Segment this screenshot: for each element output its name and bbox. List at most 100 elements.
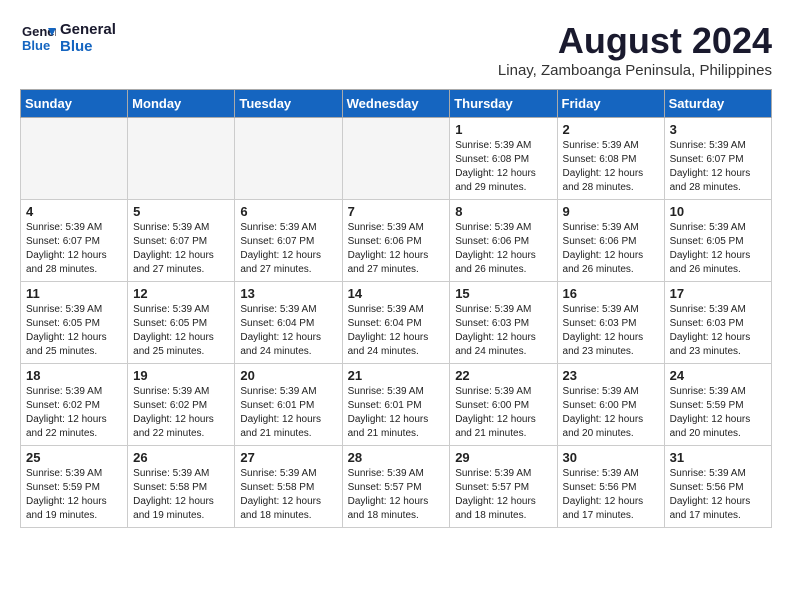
calendar-day-7: 7 Sunrise: 5:39 AM Sunset: 6:06 PM Daylig… <box>342 200 450 282</box>
day-number: 24 <box>670 368 766 383</box>
day-number: 25 <box>26 450 122 465</box>
day-info: Sunrise: 5:39 AM Sunset: 6:02 PM Dayligh… <box>133 385 229 441</box>
calendar-day-30: 30Sunrise: 5:39 AM Sunset: 5:56 PM Dayli… <box>557 446 664 528</box>
calendar-day-14: 14Sunrise: 5:39 AM Sunset: 6:04 PM Dayli… <box>342 282 450 364</box>
logo-line2: Blue <box>60 38 116 55</box>
calendar-day-8: 8 Sunrise: 5:39 AM Sunset: 6:06 PM Daylig… <box>450 200 557 282</box>
calendar-day-5: 5Sunrise: 5:39 AM Sunset: 6:07 PM Daylig… <box>128 200 235 282</box>
day-number: 7 <box>348 204 445 219</box>
calendar-week-row: 18 Sunrise: 5:39 AM Sunset: 6:02 PM Dayli… <box>21 364 772 446</box>
day-number: 13 <box>240 286 336 301</box>
day-info: Sunrise: 5:39 AM Sunset: 6:00 PM Dayligh… <box>455 385 551 441</box>
day-info: Sunrise: 5:39 AM Sunset: 5:57 PM Dayligh… <box>455 467 551 523</box>
logo: General Blue General Blue <box>20 20 116 56</box>
day-number: 16 <box>563 286 659 301</box>
day-number: 6 <box>240 204 336 219</box>
weekday-header-saturday: Saturday <box>664 90 771 118</box>
weekday-header-wednesday: Wednesday <box>342 90 450 118</box>
day-info: Sunrise: 5:39 AM Sunset: 6:05 PM Dayligh… <box>670 221 766 277</box>
day-info: Sunrise: 5:39 AM Sunset: 6:07 PM Dayligh… <box>133 221 229 277</box>
day-info: Sunrise: 5:39 AM Sunset: 5:57 PM Dayligh… <box>348 467 445 523</box>
day-number: 15 <box>455 286 551 301</box>
day-info: Sunrise: 5:39 AM Sunset: 6:07 PM Dayligh… <box>670 139 766 195</box>
calendar-day-23: 23Sunrise: 5:39 AM Sunset: 6:00 PM Dayli… <box>557 364 664 446</box>
day-number: 8 <box>455 204 551 219</box>
day-number: 14 <box>348 286 445 301</box>
month-year: August 2024 <box>498 20 772 62</box>
calendar-day-15: 15 Sunrise: 5:39 AM Sunset: 6:03 PM Dayli… <box>450 282 557 364</box>
calendar-week-row: 11 Sunrise: 5:39 AM Sunset: 6:05 PM Dayli… <box>21 282 772 364</box>
calendar-day-28: 28 Sunrise: 5:39 AM Sunset: 5:57 PM Dayli… <box>342 446 450 528</box>
day-info: Sunrise: 5:39 AM Sunset: 6:02 PM Dayligh… <box>26 385 122 441</box>
calendar-day-26: 26Sunrise: 5:39 AM Sunset: 5:58 PM Dayli… <box>128 446 235 528</box>
calendar-day-10: 10 Sunrise: 5:39 AM Sunset: 6:05 PM Dayli… <box>664 200 771 282</box>
calendar-day-17: 17Sunrise: 5:39 AM Sunset: 6:03 PM Dayli… <box>664 282 771 364</box>
calendar-day-11: 11Sunrise: 5:39 AM Sunset: 6:05 PM Dayli… <box>21 282 128 364</box>
calendar-day-4: 4 Sunrise: 5:39 AM Sunset: 6:07 PM Daylig… <box>21 200 128 282</box>
calendar-day-13: 13 Sunrise: 5:39 AM Sunset: 6:04 PM Dayli… <box>235 282 342 364</box>
weekday-header-monday: Monday <box>128 90 235 118</box>
calendar-day-2: 2 Sunrise: 5:39 AM Sunset: 6:08 PM Daylig… <box>557 118 664 200</box>
calendar-table: SundayMondayTuesdayWednesdayThursdayFrid… <box>20 89 772 528</box>
calendar-week-row: 1 Sunrise: 5:39 AM Sunset: 6:08 PM Daylig… <box>21 118 772 200</box>
day-number: 28 <box>348 450 445 465</box>
day-number: 20 <box>240 368 336 383</box>
calendar-day-18: 18 Sunrise: 5:39 AM Sunset: 6:02 PM Dayli… <box>21 364 128 446</box>
day-number: 22 <box>455 368 551 383</box>
calendar-day-6: 6 Sunrise: 5:39 AM Sunset: 6:07 PM Daylig… <box>235 200 342 282</box>
calendar-day-24: 24 Sunrise: 5:39 AM Sunset: 5:59 PM Dayli… <box>664 364 771 446</box>
calendar-day-19: 19 Sunrise: 5:39 AM Sunset: 6:02 PM Dayli… <box>128 364 235 446</box>
day-info: Sunrise: 5:39 AM Sunset: 6:07 PM Dayligh… <box>26 221 122 277</box>
day-info: Sunrise: 5:39 AM Sunset: 6:04 PM Dayligh… <box>240 303 336 359</box>
calendar-day-empty <box>342 118 450 200</box>
weekday-header-row: SundayMondayTuesdayWednesdayThursdayFrid… <box>21 90 772 118</box>
day-info: Sunrise: 5:39 AM Sunset: 6:08 PM Dayligh… <box>455 139 551 195</box>
day-info: Sunrise: 5:39 AM Sunset: 6:08 PM Dayligh… <box>563 139 659 195</box>
day-number: 18 <box>26 368 122 383</box>
day-info: Sunrise: 5:39 AM Sunset: 5:56 PM Dayligh… <box>670 467 766 523</box>
calendar-day-20: 20Sunrise: 5:39 AM Sunset: 6:01 PM Dayli… <box>235 364 342 446</box>
calendar-day-31: 31 Sunrise: 5:39 AM Sunset: 5:56 PM Dayli… <box>664 446 771 528</box>
calendar-day-empty <box>128 118 235 200</box>
calendar-day-empty <box>235 118 342 200</box>
weekday-header-sunday: Sunday <box>21 90 128 118</box>
calendar-day-21: 21Sunrise: 5:39 AM Sunset: 6:01 PM Dayli… <box>342 364 450 446</box>
calendar-day-22: 22 Sunrise: 5:39 AM Sunset: 6:00 PM Dayli… <box>450 364 557 446</box>
day-number: 12 <box>133 286 229 301</box>
logo-line1: General <box>60 21 116 38</box>
day-number: 17 <box>670 286 766 301</box>
day-number: 1 <box>455 122 551 137</box>
day-info: Sunrise: 5:39 AM Sunset: 6:05 PM Dayligh… <box>133 303 229 359</box>
weekday-header-thursday: Thursday <box>450 90 557 118</box>
day-number: 9 <box>563 204 659 219</box>
day-info: Sunrise: 5:39 AM Sunset: 6:06 PM Dayligh… <box>348 221 445 277</box>
day-number: 31 <box>670 450 766 465</box>
day-info: Sunrise: 5:39 AM Sunset: 6:03 PM Dayligh… <box>455 303 551 359</box>
calendar-day-29: 29Sunrise: 5:39 AM Sunset: 5:57 PM Dayli… <box>450 446 557 528</box>
day-info: Sunrise: 5:39 AM Sunset: 6:00 PM Dayligh… <box>563 385 659 441</box>
day-info: Sunrise: 5:39 AM Sunset: 5:59 PM Dayligh… <box>670 385 766 441</box>
logo-icon: General Blue <box>20 20 56 56</box>
day-info: Sunrise: 5:39 AM Sunset: 6:06 PM Dayligh… <box>563 221 659 277</box>
day-info: Sunrise: 5:39 AM Sunset: 6:06 PM Dayligh… <box>455 221 551 277</box>
calendar-day-12: 12 Sunrise: 5:39 AM Sunset: 6:05 PM Dayli… <box>128 282 235 364</box>
calendar-day-16: 16Sunrise: 5:39 AM Sunset: 6:03 PM Dayli… <box>557 282 664 364</box>
day-number: 10 <box>670 204 766 219</box>
day-info: Sunrise: 5:39 AM Sunset: 5:58 PM Dayligh… <box>133 467 229 523</box>
day-number: 2 <box>563 122 659 137</box>
day-number: 3 <box>670 122 766 137</box>
day-info: Sunrise: 5:39 AM Sunset: 5:59 PM Dayligh… <box>26 467 122 523</box>
day-info: Sunrise: 5:39 AM Sunset: 6:07 PM Dayligh… <box>240 221 336 277</box>
day-number: 30 <box>563 450 659 465</box>
day-info: Sunrise: 5:39 AM Sunset: 5:58 PM Dayligh… <box>240 467 336 523</box>
day-info: Sunrise: 5:39 AM Sunset: 6:01 PM Dayligh… <box>348 385 445 441</box>
day-number: 4 <box>26 204 122 219</box>
weekday-header-friday: Friday <box>557 90 664 118</box>
calendar-day-1: 1 Sunrise: 5:39 AM Sunset: 6:08 PM Daylig… <box>450 118 557 200</box>
calendar-day-25: 25 Sunrise: 5:39 AM Sunset: 5:59 PM Dayli… <box>21 446 128 528</box>
day-number: 11 <box>26 286 122 301</box>
location: Linay, Zamboanga Peninsula, Philippines <box>498 62 772 79</box>
calendar-week-row: 25 Sunrise: 5:39 AM Sunset: 5:59 PM Dayli… <box>21 446 772 528</box>
day-number: 19 <box>133 368 229 383</box>
svg-text:Blue: Blue <box>22 38 50 53</box>
